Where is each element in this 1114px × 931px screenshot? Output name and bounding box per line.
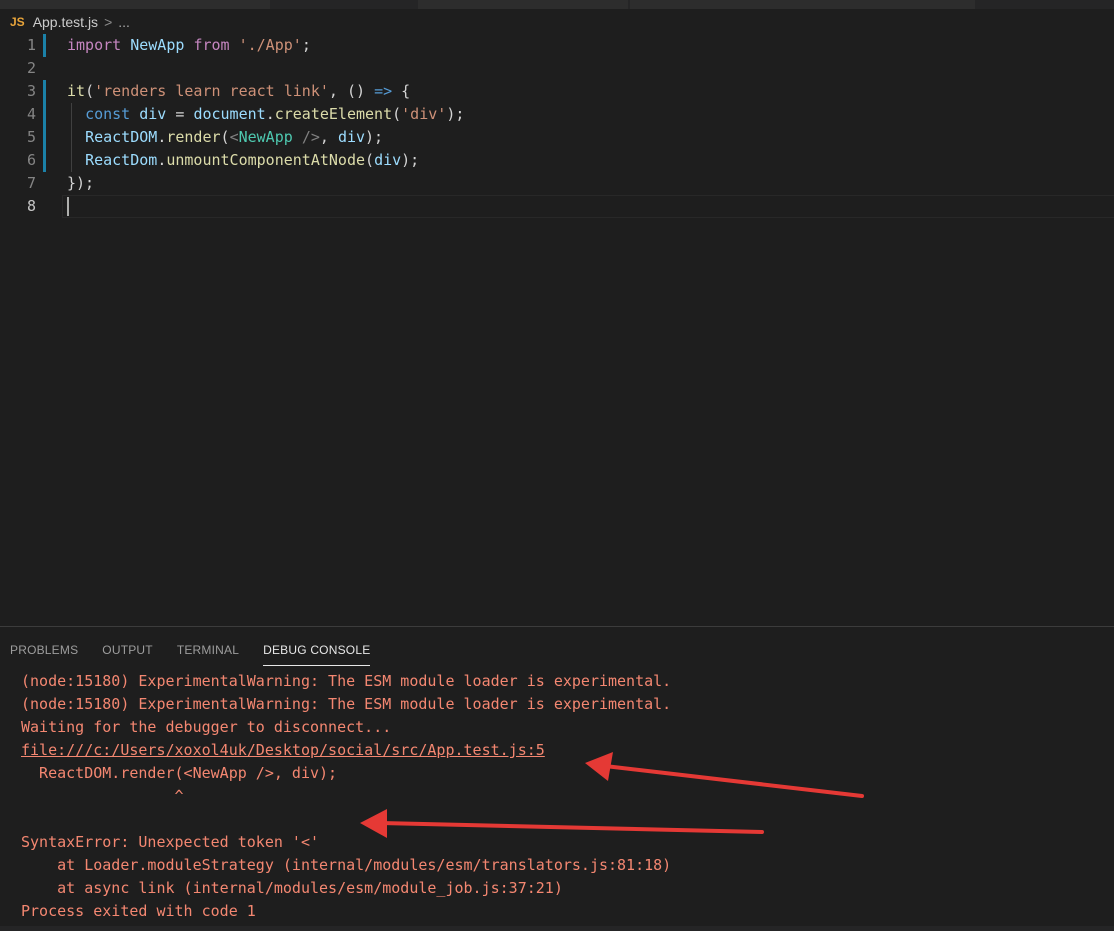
code-line[interactable]: 5 ReactDOM.render(<NewApp />, div); [0,126,1114,149]
console-line: SyntaxError: Unexpected token '<' [21,833,320,851]
line-number: 8 [26,197,36,215]
console-line: (node:15180) ExperimentalWarning: The ES… [21,695,672,713]
console-line: ^ [21,787,184,805]
breadcrumb-more[interactable]: ... [118,14,130,30]
bottom-panel: PROBLEMS OUTPUT TERMINAL DEBUG CONSOLE (… [0,626,1114,931]
tab-output[interactable]: OUTPUT [102,643,153,666]
code-line[interactable]: 8 [0,195,1114,218]
line-number: 2 [26,59,36,77]
code-text: import NewApp from './App'; [67,36,311,54]
editor-tab-strip [0,0,1114,9]
breadcrumb: JS App.test.js > ... [0,10,1114,34]
chevron-right-icon: > [104,14,113,30]
javascript-file-icon: JS [10,15,25,29]
code-text: const div = document.createElement('div'… [85,105,465,123]
line-number: 5 [26,128,36,146]
code-text: }); [67,174,95,192]
tab-debug-console[interactable]: DEBUG CONSOLE [263,643,371,666]
git-modified-indicator [43,103,46,126]
code-line[interactable]: 7}); [0,172,1114,195]
code-text: it('renders learn react link', () => { [67,82,411,100]
tab-terminal[interactable]: TERMINAL [177,643,239,666]
code-line[interactable]: 1 import NewApp from './App'; [0,34,1114,57]
console-line: ReactDOM.render(<NewApp />, div); [21,764,338,782]
line-number: 3 [26,82,36,100]
code-text: ReactDOM.render(<NewApp />, div); [85,128,384,146]
breadcrumb-file[interactable]: App.test.js [33,14,98,30]
git-modified-indicator [43,126,46,149]
git-modified-indicator [43,34,46,57]
code-line[interactable]: 4 const div = document.createElement('di… [0,103,1114,126]
console-line: Process exited with code 1 [21,902,256,920]
console-line: at Loader.moduleStrategy (internal/modul… [21,856,672,874]
line-number: 4 [26,105,36,123]
console-line: Waiting for the debugger to disconnect..… [21,718,392,736]
code-line[interactable]: 6 ReactDom.unmountComponentAtNode(div); [0,149,1114,172]
debug-console-output: (node:15180) ExperimentalWarning: The ES… [0,670,1114,923]
console-line: at async link (internal/modules/esm/modu… [21,879,563,897]
code-line[interactable]: 3 it('renders learn react link', () => { [0,80,1114,103]
code-line[interactable]: 2 [0,57,1114,80]
line-number: 7 [26,174,36,192]
console-file-link-text[interactable]: file:///c:/Users/xoxol4uk/Desktop/social… [21,741,545,759]
code-text: ReactDom.unmountComponentAtNode(div); [85,151,420,169]
tab-problems[interactable]: PROBLEMS [10,643,78,666]
line-number: 1 [26,36,36,54]
line-number: 6 [26,151,36,169]
git-modified-indicator [43,149,46,172]
console-line: (node:15180) ExperimentalWarning: The ES… [21,672,672,690]
text-cursor [67,197,69,216]
code-editor[interactable]: 1 import NewApp from './App'; 2 3 it('render… [0,34,1114,626]
horizontal-scrollbar[interactable] [0,926,1114,931]
git-modified-indicator [43,80,46,103]
panel-tabs: PROBLEMS OUTPUT TERMINAL DEBUG CONSOLE [0,627,1114,666]
console-file-link[interactable]: file:///c:/Users/xoxol4uk/Desktop/social… [0,739,1114,762]
